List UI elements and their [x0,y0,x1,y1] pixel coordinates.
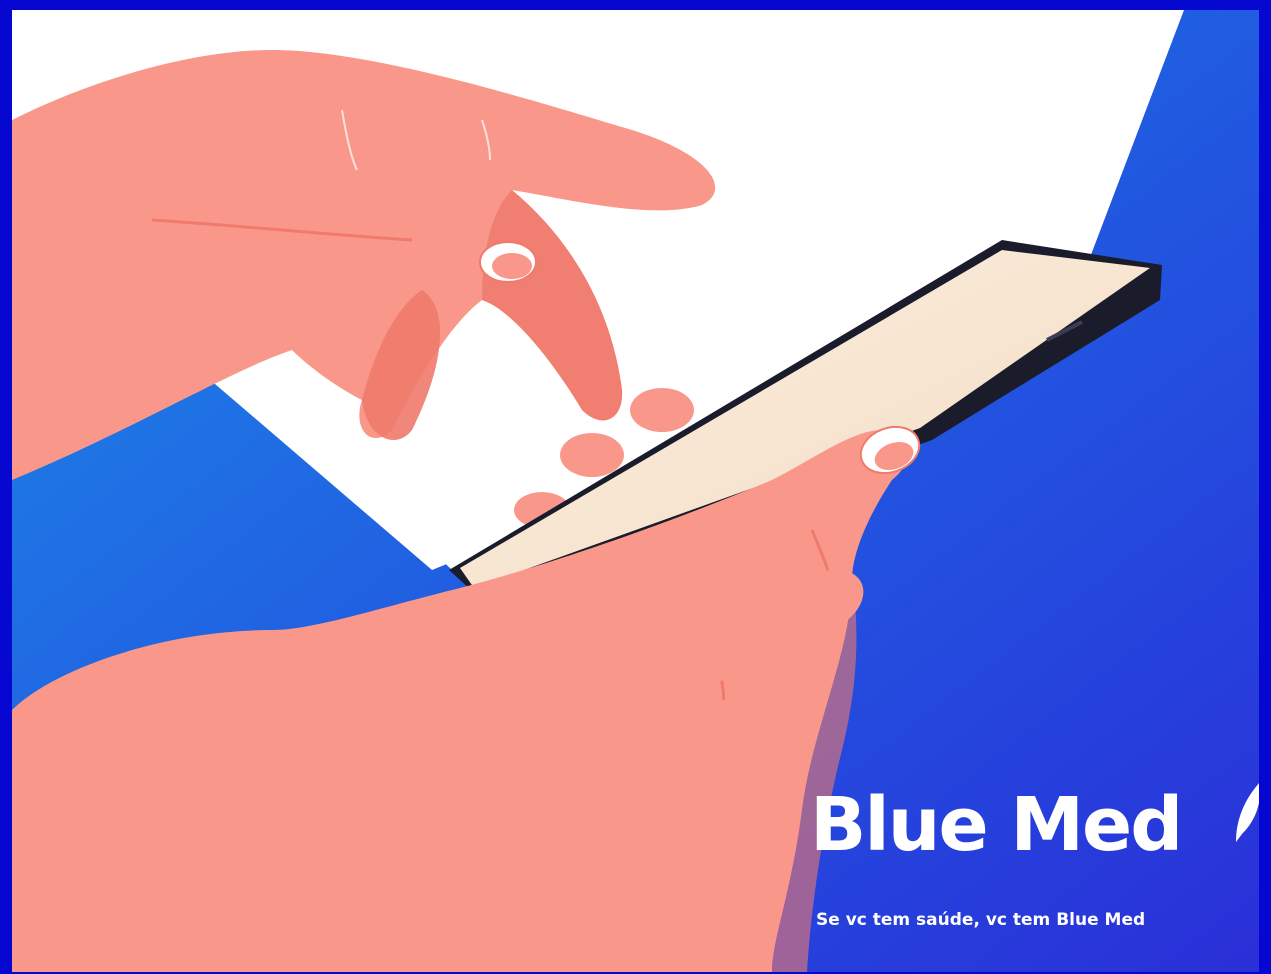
ad-canvas: Blue Med Se vc tem saúde, vc tem Blue Me… [12,10,1259,972]
brand-name: Blue Med [810,782,1183,868]
ad-frame: Blue Med Se vc tem saúde, vc tem Blue Me… [0,0,1271,974]
brand-tagline: Se vc tem saúde, vc tem Blue Med [816,910,1146,930]
